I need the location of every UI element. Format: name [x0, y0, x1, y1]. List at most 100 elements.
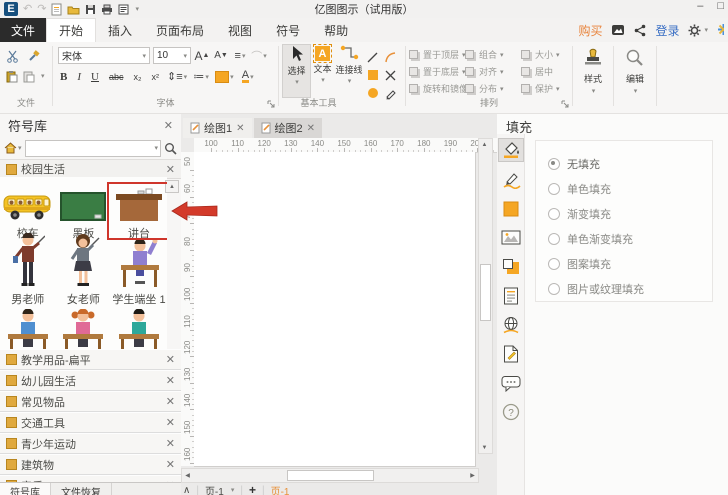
paste-icon[interactable] — [6, 70, 18, 83]
collapse-pages-icon[interactable]: ∧ — [183, 485, 190, 495]
page-tab[interactable]: 页-1 — [205, 483, 224, 495]
radio-button[interactable] — [548, 233, 560, 245]
radio-button[interactable] — [548, 158, 560, 170]
highlight-color-button[interactable]: ▾ — [215, 68, 234, 85]
paste-dropdown-icon[interactable]: ▾ — [41, 72, 45, 80]
vertical-scroll-thumb[interactable] — [480, 264, 491, 321]
superscript-button[interactable]: x² — [149, 72, 161, 82]
select-tool-button[interactable]: 选择▾ — [282, 44, 311, 98]
buy-button[interactable]: 购买 — [578, 22, 602, 39]
help-icon[interactable]: ? — [499, 401, 523, 423]
fill-option-图片或纹理填充[interactable]: 图片或纹理填充 — [548, 276, 712, 301]
grow-font-button[interactable]: A▲ — [194, 47, 210, 64]
comment-icon[interactable] — [499, 372, 523, 394]
settings-button[interactable]: ▾ — [688, 24, 708, 37]
library-section-青少年运动[interactable]: 青少年运动✕ — [0, 433, 181, 454]
library-section-交通工具[interactable]: 交通工具✕ — [0, 412, 181, 433]
layers-icon[interactable] — [499, 256, 523, 278]
arrange-item[interactable]: 组合▾ — [465, 46, 521, 63]
fill-option-渐变填充[interactable]: 渐变填充 — [548, 201, 712, 226]
rectangle-tool-icon[interactable] — [365, 67, 381, 83]
close-section-icon[interactable]: ✕ — [166, 163, 175, 176]
arrange-item[interactable]: 保护▾ — [521, 80, 577, 97]
fill-option-单色填充[interactable]: 单色填充 — [548, 176, 712, 201]
menu-tab-插入[interactable]: 插入 — [96, 18, 144, 42]
arrange-item[interactable]: 置于顶层▾ — [409, 46, 465, 63]
panel-tab-符号库[interactable]: 符号库 — [0, 483, 51, 495]
style-pen-icon[interactable] — [499, 169, 523, 191]
subscript-button[interactable]: x₂ — [131, 72, 143, 82]
freeform-tool-icon[interactable] — [383, 67, 399, 83]
menu-tab-开始[interactable]: 开始 — [46, 18, 96, 42]
login-button[interactable]: 登录 — [655, 22, 679, 39]
italic-button[interactable]: I — [75, 71, 83, 83]
scroll-down-icon[interactable]: ▼ — [479, 442, 490, 453]
color-swatch-icon[interactable] — [499, 198, 523, 220]
align-text-button[interactable]: ≡▾ — [232, 47, 248, 64]
scroll-left-icon[interactable]: ◀ — [182, 472, 193, 479]
style-button[interactable]: 样式▾ — [573, 46, 613, 95]
add-page-button[interactable]: + — [249, 483, 256, 495]
share-icon[interactable] — [634, 24, 646, 37]
minimize-button[interactable]: – — [697, 0, 703, 12]
scroll-up-icon[interactable]: ▲ — [479, 139, 490, 150]
symbol-学生端坐 1[interactable]: 学生端坐 1 — [111, 243, 167, 309]
bullet-list-button[interactable]: ≔▾ — [193, 68, 209, 85]
radio-button[interactable] — [548, 283, 560, 295]
menu-tab-帮助[interactable]: 帮助 — [312, 18, 360, 42]
page-setup-icon[interactable] — [499, 343, 523, 365]
symbol-女老师[interactable]: 女老师 — [56, 243, 112, 309]
format-painter-icon[interactable] — [27, 50, 40, 63]
menu-tab-页面布局[interactable]: 页面布局 — [144, 18, 216, 42]
vertical-scrollbar[interactable]: ▲ ▼ — [478, 138, 493, 454]
cut-icon[interactable] — [6, 50, 19, 63]
strikethrough-button[interactable]: abc — [107, 72, 126, 82]
library-home-button[interactable]: ▾ — [4, 142, 22, 154]
fill-option-无填充[interactable]: 无填充 — [548, 151, 712, 176]
close-section-icon[interactable]: ✕ — [166, 353, 175, 366]
panel-tab-文件恢复[interactable]: 文件恢复 — [51, 483, 112, 495]
arrange-item[interactable]: 居中 — [521, 63, 577, 80]
fill-option-单色渐变填充[interactable]: 单色渐变填充 — [548, 226, 712, 251]
menu-tab-符号[interactable]: 符号 — [264, 18, 312, 42]
arrange-item[interactable]: 对齐▾ — [465, 63, 521, 80]
symbols-scroll-up-icon[interactable]: ▲ — [165, 180, 179, 193]
horizontal-scrollbar[interactable]: ◀ ▶ — [181, 468, 479, 483]
text-tool-button[interactable]: A 文本▾ — [309, 44, 336, 96]
apps-icon[interactable] — [717, 23, 724, 37]
arrange-expander-icon[interactable] — [561, 100, 569, 108]
edit-button[interactable]: 编辑▾ — [614, 46, 656, 95]
section-header-campus-life[interactable]: 校园生活 ✕ — [0, 159, 181, 179]
arrange-item[interactable]: 旋转和镜像▾ — [409, 80, 465, 97]
library-section-常见物品[interactable]: 常见物品✕ — [0, 391, 181, 412]
search-icon[interactable] — [164, 142, 177, 155]
ellipse-tool-icon[interactable] — [365, 85, 381, 101]
note-icon[interactable] — [499, 285, 523, 307]
arrange-item[interactable]: 大小▾ — [521, 46, 577, 63]
hyperlink-globe-icon[interactable] — [499, 314, 523, 336]
doc-tab-绘图2[interactable]: 绘图2✕ — [254, 118, 323, 138]
page-dropdown-icon[interactable]: ▾ — [231, 486, 235, 494]
maximize-button[interactable]: □ — [717, 0, 724, 12]
horizontal-scroll-thumb[interactable] — [287, 470, 374, 481]
library-section-教学用品-扁平[interactable]: 教学用品-扁平✕ — [0, 349, 181, 370]
close-section-icon[interactable]: ✕ — [166, 395, 175, 408]
arc-tool-icon[interactable] — [383, 49, 399, 65]
shrink-font-button[interactable]: A▼ — [213, 47, 229, 64]
line-spacing-button[interactable]: ⇕≡▾ — [167, 68, 187, 85]
scroll-right-icon[interactable]: ▶ — [467, 472, 478, 479]
library-section-幼儿园生活[interactable]: 幼儿园生活✕ — [0, 370, 181, 391]
close-section-icon[interactable]: ✕ — [166, 416, 175, 429]
symbol-男老师[interactable]: 男老师 — [0, 243, 56, 309]
underline-button[interactable]: U — [89, 71, 101, 83]
font-family-select[interactable]: 宋体▾ — [58, 47, 150, 64]
fill-bucket-icon[interactable] — [498, 138, 524, 162]
doc-tab-close-icon[interactable]: ✕ — [307, 123, 315, 134]
drawing-page[interactable] — [194, 152, 476, 467]
bold-button[interactable]: B — [58, 71, 69, 83]
line-tool-icon[interactable] — [365, 49, 381, 65]
file-menu-button[interactable]: 文件 — [0, 18, 46, 42]
radio-button[interactable] — [548, 183, 560, 195]
radio-button[interactable] — [548, 208, 560, 220]
close-section-icon[interactable]: ✕ — [166, 437, 175, 450]
